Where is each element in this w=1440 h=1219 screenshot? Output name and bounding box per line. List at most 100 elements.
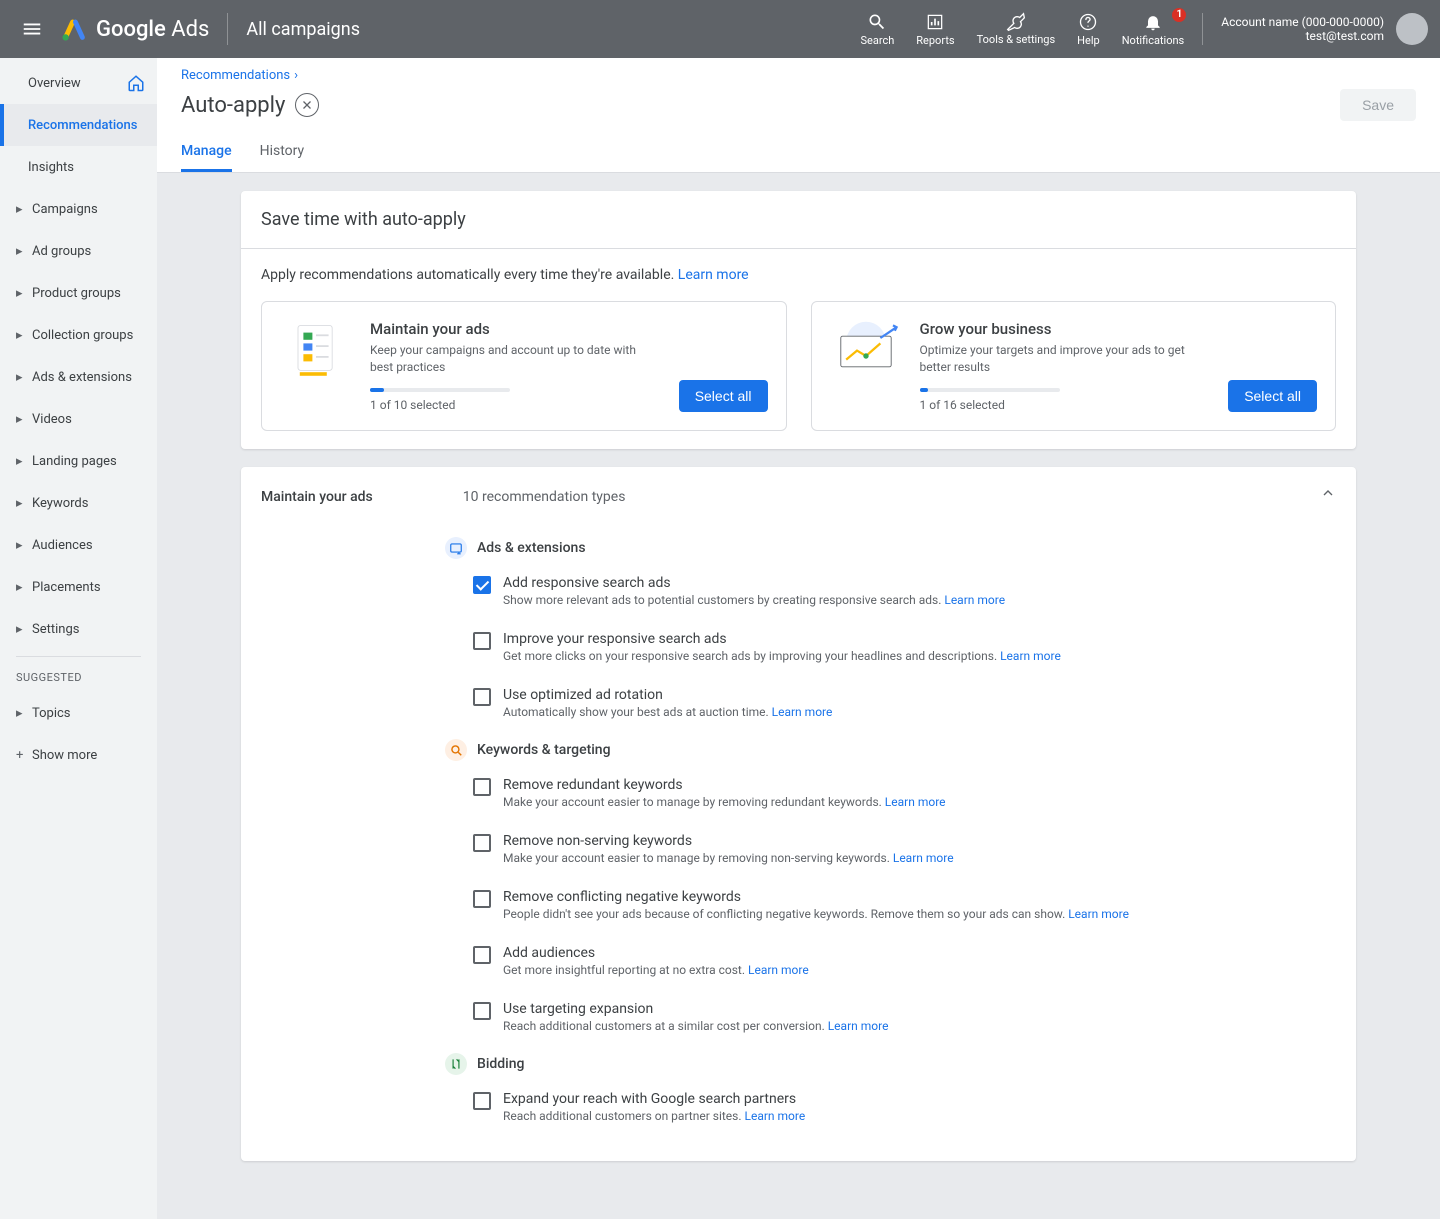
header-tools-settings[interactable]: Tools & settings [977,12,1056,46]
progress-bar [920,388,1060,392]
learn-more-link[interactable]: Learn more [1000,649,1061,663]
ads-logo-icon [60,15,88,43]
suggested-label: SUGGESTED [0,663,157,692]
sidebar-item-campaigns[interactable]: ▸Campaigns [0,188,157,230]
divider [16,656,141,657]
learn-more-link[interactable]: Learn more [745,1109,806,1123]
header-search[interactable]: Search [860,12,894,47]
summary-card-1: Grow your business Optimize your targets… [811,301,1337,431]
bar-chart-icon [925,12,945,32]
header-divider [227,13,228,45]
sidebar-item-insights[interactable]: Insights [0,146,157,188]
google-ads-logo[interactable]: Google Ads [60,15,209,43]
learn-more-link[interactable]: Learn more [678,267,749,283]
header-tools: Search Reports Tools & settings Help 1 N… [860,12,1184,47]
logo-text-bold: Google [96,17,166,42]
group-title: Keywords & targeting [445,739,1336,761]
recommendation-item: Use optimized ad rotation Automatically … [445,681,1336,725]
header-help[interactable]: Help [1077,12,1100,47]
notification-badge: 1 [1172,8,1186,22]
sidebar-item-videos[interactable]: ▸Videos [0,398,157,440]
bell-icon [1143,12,1163,32]
rec-subtitle: Make your account easier to manage by re… [503,851,1336,865]
sidebar-item-collection-groups[interactable]: ▸Collection groups [0,314,157,356]
page-topbar: Recommendations › Auto-apply Save Manage… [157,58,1440,173]
chevron-right-icon: ▸ [16,328,26,343]
sidebar-item-overview[interactable]: Overview [0,62,157,104]
learn-more-link[interactable]: Learn more [1068,907,1129,921]
chevron-right-icon: ▸ [16,706,26,721]
learn-more-link[interactable]: Learn more [885,795,946,809]
app-header: Google Ads All campaigns Search Reports … [0,0,1440,58]
checkbox[interactable] [473,778,491,796]
chevron-right-icon: ▸ [16,412,26,427]
sidebar-item-landing[interactable]: ▸Landing pages [0,440,157,482]
checkbox[interactable] [473,834,491,852]
header-notifications[interactable]: 1 Notifications [1122,12,1185,47]
progress-text: 1 of 10 selected [370,398,661,412]
chevron-right-icon: ▸ [16,496,26,511]
chevron-right-icon: ▸ [16,244,26,259]
header-reports[interactable]: Reports [916,12,954,47]
intro-desc: Apply recommendations automatically ever… [261,267,1336,283]
rec-title: Remove conflicting negative keywords [503,889,1336,905]
rec-title: Use targeting expansion [503,1001,1336,1017]
sidebar-item-keywords[interactable]: ▸Keywords [0,482,157,524]
learn-more-link[interactable]: Learn more [944,593,1005,607]
avatar[interactable] [1396,13,1428,45]
rec-title: Expand your reach with Google search par… [503,1091,1336,1107]
recommendation-item: Remove redundant keywords Make your acco… [445,771,1336,815]
recommendation-item: Add responsive search ads Show more rele… [445,569,1336,613]
checkbox[interactable] [473,890,491,908]
sidebar-item-placements[interactable]: ▸Placements [0,566,157,608]
chevron-up-icon [1320,485,1336,501]
recommendation-item: Improve your responsive search ads Get m… [445,625,1336,669]
summary-card-title: Grow your business [920,320,1211,338]
rec-title: Add responsive search ads [503,575,1336,591]
sidebar-item-audiences[interactable]: ▸Audiences [0,524,157,566]
learn-more-link[interactable]: Learn more [772,705,833,719]
maintain-card: Maintain your ads 10 recommendation type… [241,467,1356,1161]
sidebar-item-show-more[interactable]: +Show more [0,734,157,776]
learn-more-link[interactable]: Learn more [748,963,809,977]
select-all-button[interactable]: Select all [679,380,768,412]
recommendation-item: Use targeting expansion Reach additional… [445,995,1336,1039]
tab-history[interactable]: History [260,133,305,172]
intro-heading: Save time with auto-apply [241,191,1356,249]
illustration [280,320,352,380]
checkbox[interactable] [473,688,491,706]
sidebar-item-settings[interactable]: ▸Settings [0,608,157,650]
account-switcher[interactable]: Account name (000-000-0000) test@test.co… [1202,13,1428,45]
checkbox[interactable] [473,632,491,650]
search-icon [867,12,887,32]
sidebar-item-product-groups[interactable]: ▸Product groups [0,272,157,314]
checkbox[interactable] [473,1002,491,1020]
plus-icon: + [16,748,26,763]
tab-manage[interactable]: Manage [181,133,232,172]
main-content: Recommendations › Auto-apply Save Manage… [157,58,1440,1219]
progress-bar [370,388,510,392]
collapse-button[interactable] [1320,485,1336,505]
learn-more-link[interactable]: Learn more [893,851,954,865]
menu-icon[interactable] [12,9,52,49]
save-button[interactable]: Save [1340,89,1416,121]
summary-card-desc: Optimize your targets and improve your a… [920,342,1211,376]
sidebar-item-ad-groups[interactable]: ▸Ad groups [0,230,157,272]
rec-title: Remove redundant keywords [503,777,1336,793]
checkbox[interactable] [473,576,491,594]
chevron-right-icon: ▸ [16,538,26,553]
checkbox[interactable] [473,1092,491,1110]
scope-label[interactable]: All campaigns [246,19,360,40]
page-title: Auto-apply [181,93,285,118]
help-icon [1078,12,1098,32]
account-email: test@test.com [1221,29,1384,43]
select-all-button[interactable]: Select all [1228,380,1317,412]
sidebar-item-recommendations[interactable]: Recommendations [0,104,157,146]
learn-more-link[interactable]: Learn more [828,1019,889,1033]
checkbox[interactable] [473,946,491,964]
recommendation-item: Expand your reach with Google search par… [445,1085,1336,1129]
breadcrumb[interactable]: Recommendations › [181,68,1416,83]
dismiss-button[interactable] [295,93,319,117]
sidebar-item-ads-extensions[interactable]: ▸Ads & extensions [0,356,157,398]
sidebar-item-topics[interactable]: ▸Topics [0,692,157,734]
